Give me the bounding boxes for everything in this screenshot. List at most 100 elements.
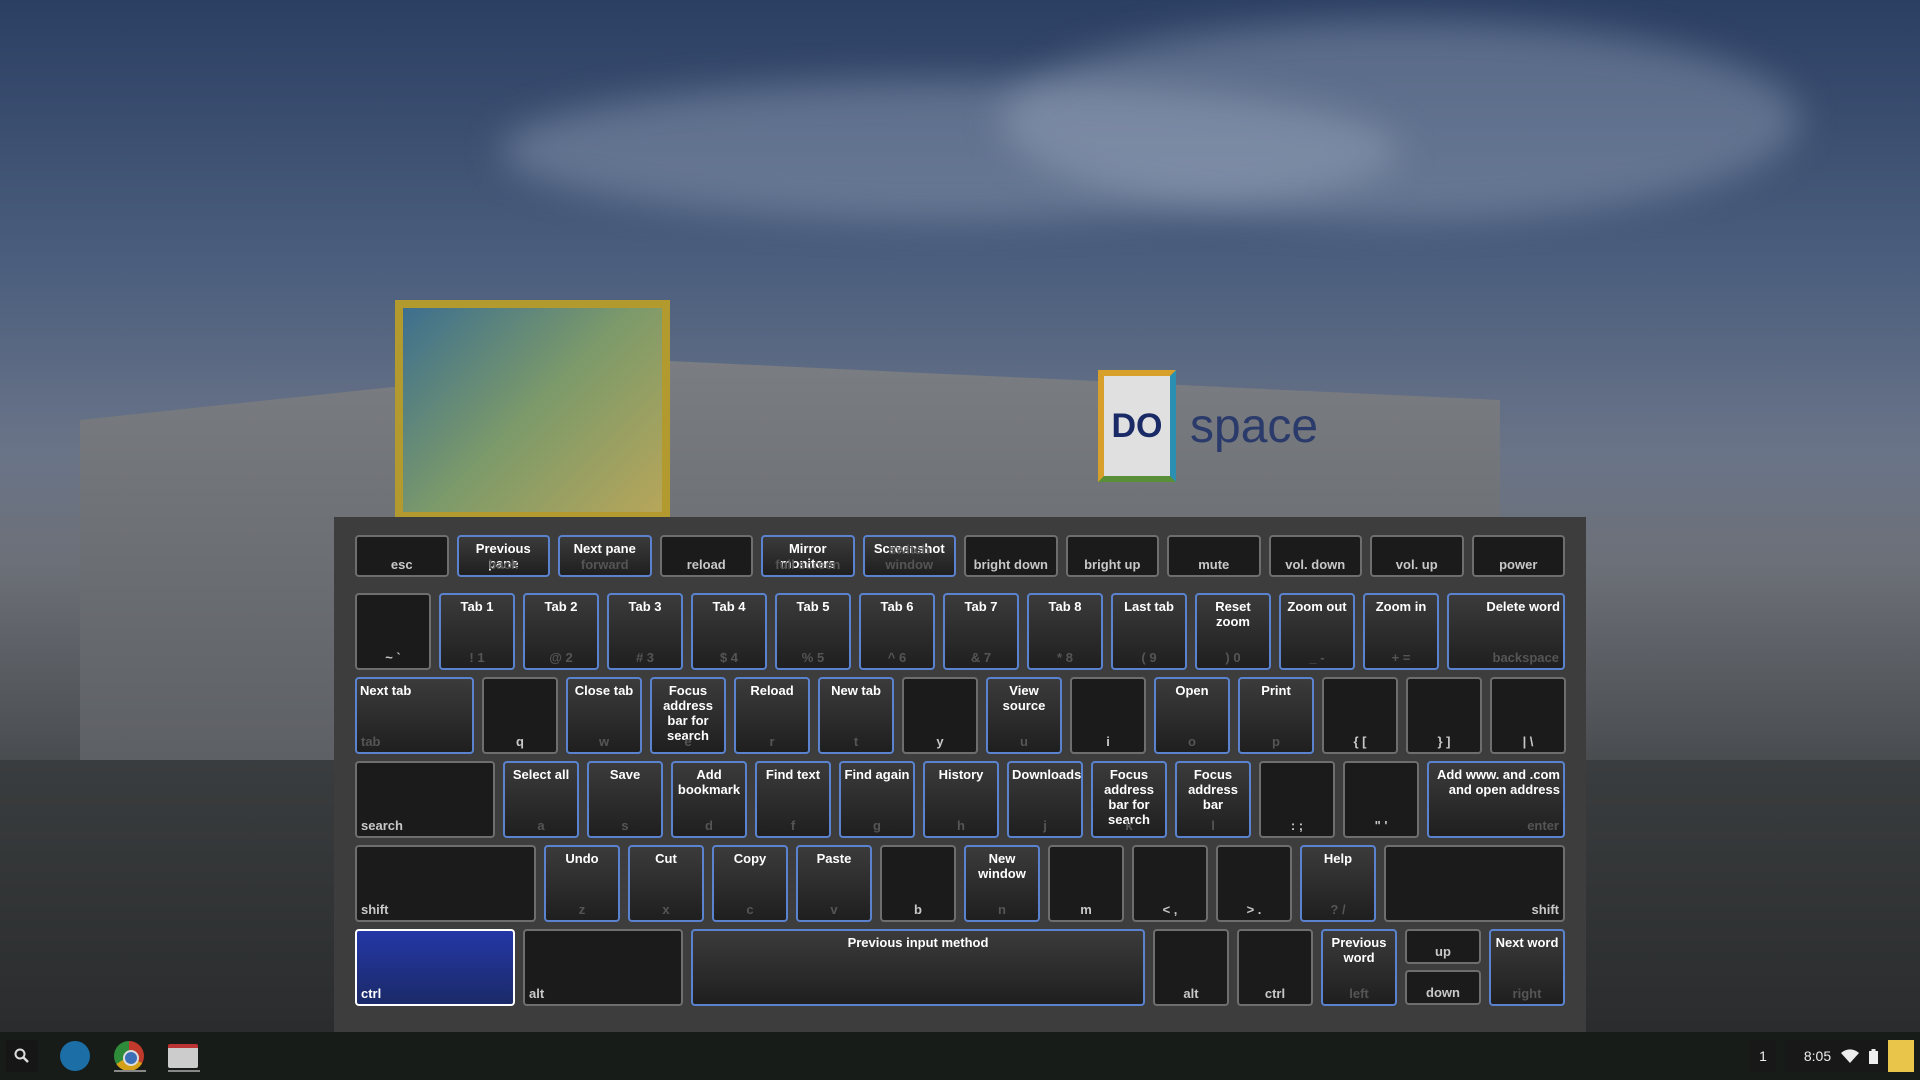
key-3[interactable]: Tab 3 # 3 — [607, 593, 683, 670]
key-cap-label: search — [361, 818, 403, 833]
key-esc[interactable]: esc — [355, 535, 449, 577]
key-e[interactable]: Focus address bar for search e — [650, 677, 726, 754]
key-symbol[interactable]: ~ ` — [355, 593, 431, 670]
key-shortcut-label: Delete word — [1486, 599, 1560, 614]
key-p[interactable]: Print p — [1238, 677, 1314, 754]
keyboard-row: Next tab tab q Close tab w Focus address bar … — [355, 677, 1566, 754]
key-l[interactable]: Focus address bar l — [1175, 761, 1251, 838]
key-symbol[interactable]: < , — [1132, 845, 1208, 922]
key-up[interactable]: up — [1405, 929, 1481, 964]
key-f[interactable]: Find text f — [755, 761, 831, 838]
key-x[interactable]: Cut x — [628, 845, 704, 922]
key-cap-label: | \ — [1522, 734, 1534, 749]
files-app[interactable] — [60, 1040, 90, 1072]
key-v[interactable]: Paste v — [796, 845, 872, 922]
key-symbol[interactable]: Zoom in + = — [1363, 593, 1439, 670]
do-space-app-icon[interactable] — [1888, 1040, 1914, 1072]
key-full-screen[interactable]: Mirror monitors full screen — [761, 535, 855, 577]
key-o[interactable]: Open o — [1154, 677, 1230, 754]
key-d[interactable]: Add bookmark d — [671, 761, 747, 838]
key-search[interactable]: search — [355, 761, 495, 838]
key-9[interactable]: Last tab ( 9 — [1111, 593, 1187, 670]
key-symbol[interactable]: Zoom out _ - — [1279, 593, 1355, 670]
key-8[interactable]: Tab 8 * 8 — [1027, 593, 1103, 670]
key-down[interactable]: down — [1405, 970, 1481, 1005]
key-shortcut-label: Next word — [1495, 935, 1559, 950]
key-symbol[interactable]: } ] — [1406, 677, 1482, 754]
key-0[interactable]: Reset zoom) 0 — [1195, 593, 1271, 670]
key-g[interactable]: Find again g — [839, 761, 915, 838]
key-right[interactable]: Next word right — [1489, 929, 1565, 1006]
key-symbol[interactable]: : ; — [1259, 761, 1335, 838]
key-cap-label: reload — [686, 557, 726, 572]
key-y[interactable]: y — [902, 677, 978, 754]
key-shift[interactable]: shift — [355, 845, 536, 922]
key-backspace[interactable]: Delete word backspace — [1447, 593, 1565, 670]
key-mute[interactable]: mute — [1167, 535, 1261, 577]
key-m[interactable]: m — [1048, 845, 1124, 922]
battery-icon — [1869, 1048, 1879, 1064]
key-symbol[interactable]: { [ — [1322, 677, 1398, 754]
key-enter[interactable]: Add www. and .com and open address enter — [1427, 761, 1565, 838]
key-i[interactable]: i — [1070, 677, 1146, 754]
chrome-app[interactable] — [114, 1040, 146, 1072]
key-tab[interactable]: Next tab tab — [355, 677, 474, 754]
key-vol-down[interactable]: vol. down — [1268, 535, 1362, 577]
key-shortcut-label: Print — [1261, 683, 1291, 698]
key-ctrl[interactable]: ctrl — [355, 929, 515, 1006]
key-bright-down[interactable]: bright down — [964, 535, 1058, 577]
key-s[interactable]: Save s — [587, 761, 663, 838]
key-switch-window[interactable]: Screenshot switch window — [862, 535, 956, 577]
key-a[interactable]: Select all a — [503, 761, 579, 838]
key-cap-label: { [ — [1353, 734, 1367, 749]
keyboard-row: ~ ` Tab 1 ! 1 Tab 2 @ 2 Tab 3 # 3 Tab 4 $ 4 Tab 5… — [355, 593, 1565, 670]
key-cap-label: k — [1125, 818, 1133, 833]
key-6[interactable]: Tab 6 ^ 6 — [859, 593, 935, 670]
launcher-button[interactable] — [6, 1040, 38, 1072]
key-cap-label: right — [1512, 986, 1542, 1001]
key-shortcut-label: Add www. and .com and open address — [1436, 767, 1560, 797]
key-ctrl[interactable]: ctrl — [1237, 929, 1313, 1006]
key-u[interactable]: View source u — [986, 677, 1062, 754]
key-2[interactable]: Tab 2 @ 2 — [523, 593, 599, 670]
desk-indicator[interactable]: 1 — [1750, 1040, 1776, 1072]
key-symbol[interactable]: " ' — [1343, 761, 1419, 838]
key-cap-label: n — [998, 902, 1006, 917]
sign-text: space — [1190, 399, 1319, 453]
key-forward[interactable]: Next pane forward — [558, 535, 652, 577]
key-symbol[interactable]: > . — [1216, 845, 1292, 922]
key-k[interactable]: Focus address bar for search k — [1091, 761, 1167, 838]
gmail-app[interactable] — [168, 1040, 200, 1072]
key-7[interactable]: Tab 7 & 7 — [943, 593, 1019, 670]
key-cap-label: ( 9 — [1141, 650, 1157, 665]
key-power[interactable]: power — [1471, 535, 1565, 577]
key-cap-label: > . — [1246, 902, 1262, 917]
key-n[interactable]: New window n — [964, 845, 1040, 922]
key-cap-label: backspace — [1492, 650, 1560, 665]
key-b[interactable]: b — [880, 845, 956, 922]
key-shift[interactable]: shift — [1384, 845, 1565, 922]
key-back[interactable]: Previous pane back — [456, 535, 550, 577]
key-1[interactable]: Tab 1 ! 1 — [439, 593, 515, 670]
key-symbol[interactable]: | \ — [1490, 677, 1566, 754]
key-space[interactable]: Previous input method — [691, 929, 1145, 1006]
key-c[interactable]: Copy c — [712, 845, 788, 922]
key-vol-up[interactable]: vol. up — [1370, 535, 1464, 577]
key-symbol[interactable]: Help ? / — [1300, 845, 1376, 922]
key-4[interactable]: Tab 4 $ 4 — [691, 593, 767, 670]
key-r[interactable]: Reload r — [734, 677, 810, 754]
key-q[interactable]: q — [482, 677, 558, 754]
status-tray[interactable]: 8:05 — [1786, 1040, 1896, 1072]
key-t[interactable]: New tab t — [818, 677, 894, 754]
key-z[interactable]: Undo z — [544, 845, 620, 922]
key-5[interactable]: Tab 5 % 5 — [775, 593, 851, 670]
key-bright-up[interactable]: bright up — [1065, 535, 1159, 577]
key-w[interactable]: Close tab w — [566, 677, 642, 754]
key-alt[interactable]: alt — [1153, 929, 1229, 1006]
key-left[interactable]: Previous word left — [1321, 929, 1397, 1006]
key-cap-label: left — [1349, 986, 1369, 1001]
key-h[interactable]: History h — [923, 761, 999, 838]
key-j[interactable]: Downloads j — [1007, 761, 1083, 838]
key-alt[interactable]: alt — [523, 929, 683, 1006]
key-reload[interactable]: reload — [659, 535, 753, 577]
